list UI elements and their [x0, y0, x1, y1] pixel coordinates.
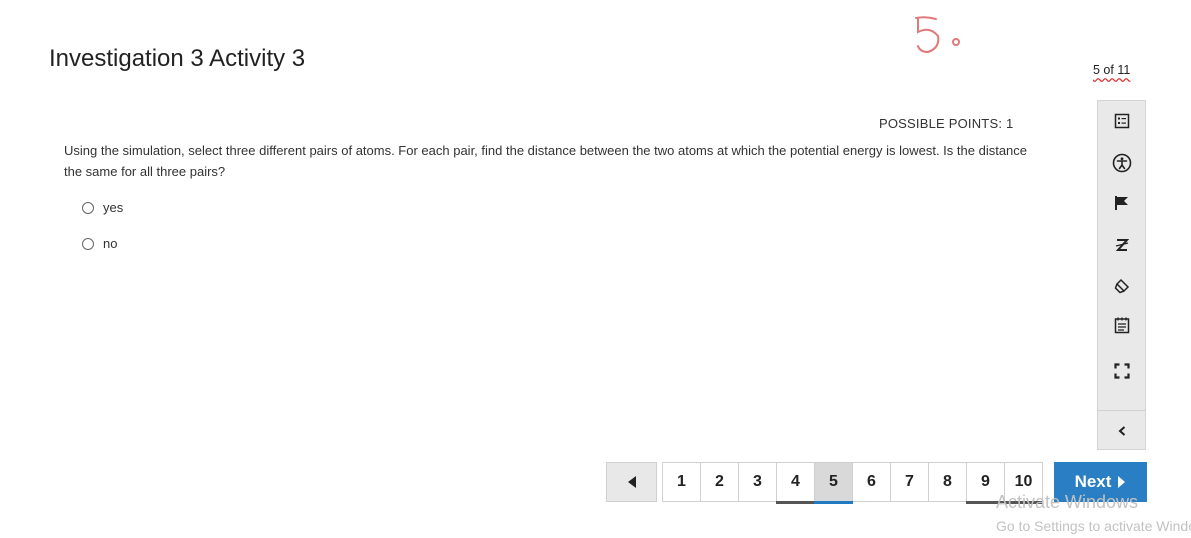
option-label: no [103, 236, 118, 251]
question-list-icon[interactable] [1098, 106, 1145, 136]
handwritten-annotation [915, 16, 960, 54]
toolbar-divider [1098, 410, 1145, 411]
page-button-1[interactable]: 1 [663, 463, 701, 501]
previous-button[interactable] [606, 462, 657, 502]
caret-right-icon [1118, 476, 1126, 488]
question-text: Using the simulation, select three diffe… [64, 143, 1028, 179]
collapse-chevron-icon[interactable] [1098, 416, 1145, 446]
tool-sidebar [1097, 100, 1146, 450]
page-button-2[interactable]: 2 [701, 463, 739, 501]
option-yes[interactable]: yes [82, 200, 123, 215]
caret-left-icon [627, 476, 636, 488]
current-indicator [814, 501, 853, 504]
accessibility-icon[interactable] [1098, 148, 1145, 178]
page-button-7[interactable]: 7 [891, 463, 929, 501]
page-button-5[interactable]: 5 [814, 463, 853, 504]
radio-button[interactable] [82, 201, 94, 214]
notepad-icon[interactable] [1098, 310, 1145, 340]
option-no[interactable]: no [82, 236, 117, 251]
watermark-line-1: Activate Windows [996, 492, 1139, 512]
page-button-8[interactable]: 8 [929, 463, 967, 501]
question-counter: 5 of 11 [1093, 63, 1131, 77]
highlighter-icon[interactable] [1098, 271, 1145, 301]
radio-button[interactable] [82, 237, 94, 250]
page-title: Investigation 3 Activity 3 [49, 45, 306, 72]
next-label: Next [1074, 472, 1112, 491]
fullscreen-icon[interactable] [1098, 356, 1145, 386]
page-button-6[interactable]: 6 [853, 463, 891, 501]
flag-icon[interactable] [1098, 188, 1145, 218]
option-label: yes [103, 200, 124, 215]
watermark-line-2: Go to Settings to activate Windows. [996, 518, 1191, 534]
line-reader-icon[interactable] [1098, 230, 1145, 260]
page-button-4[interactable]: 4 [776, 463, 815, 504]
page-button-3[interactable]: 3 [739, 463, 777, 501]
possible-points: POSSIBLE POINTS: 1 [879, 116, 1014, 131]
page-navigator: 1 2 3 4 5 6 7 8 9 10 [662, 462, 1043, 504]
answered-indicator [776, 501, 815, 504]
